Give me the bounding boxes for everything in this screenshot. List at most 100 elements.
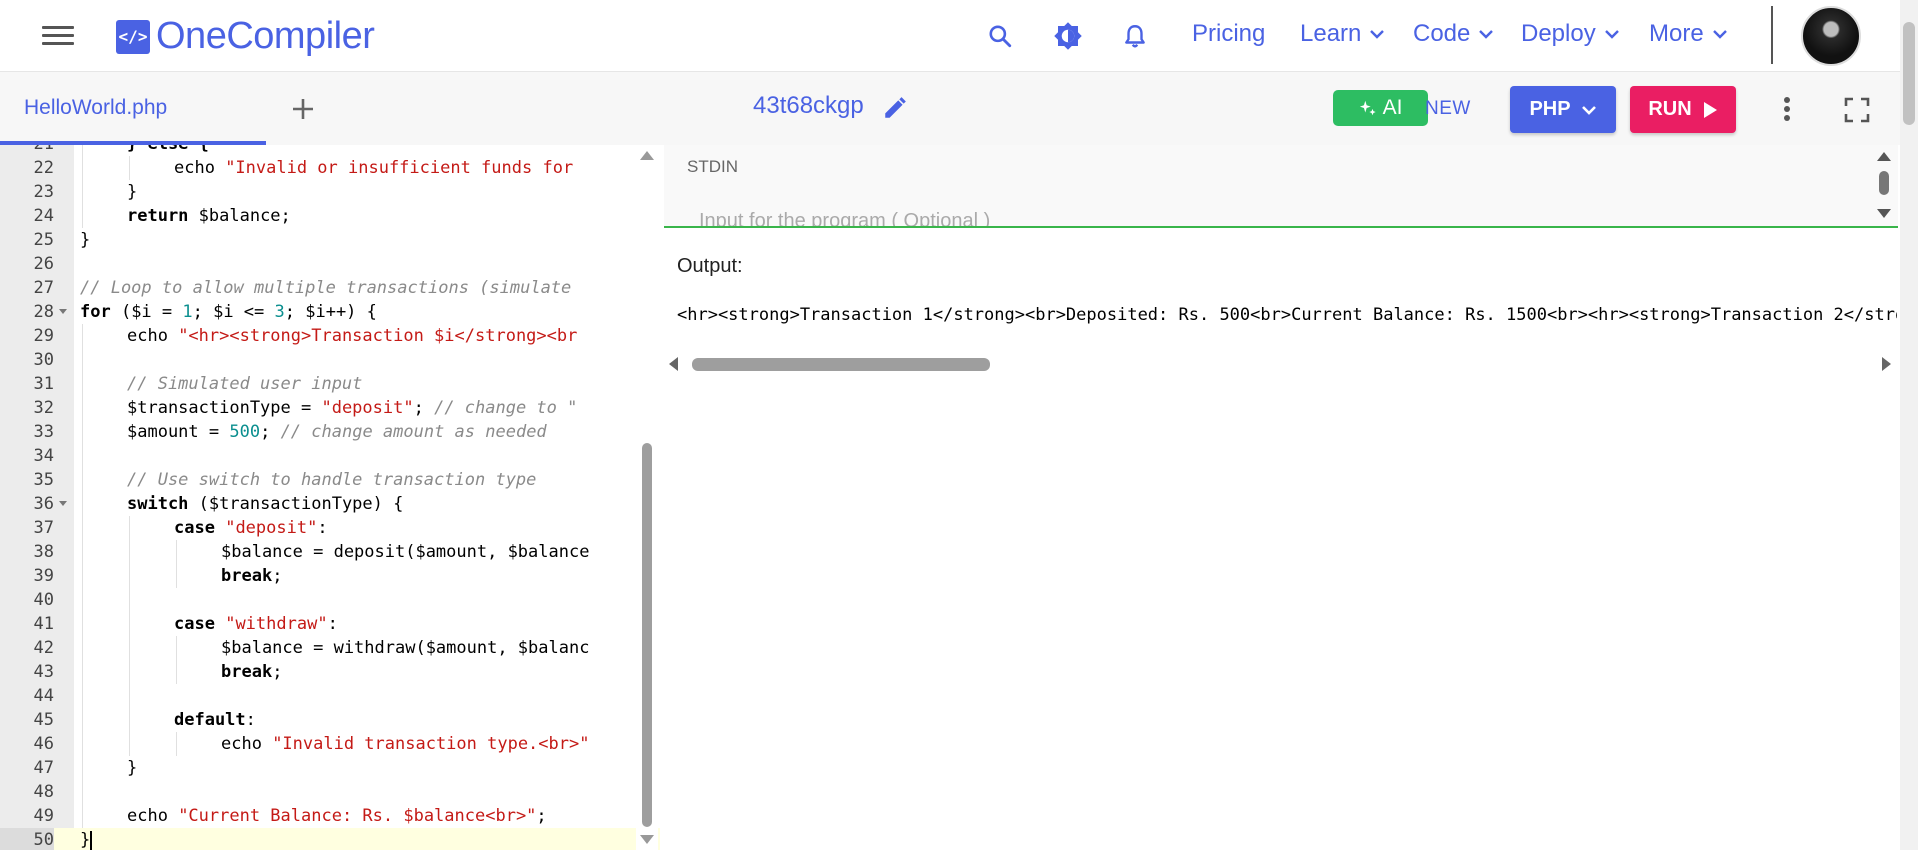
code-line[interactable]: 44 [0, 684, 660, 708]
more-options-icon[interactable] [1772, 92, 1802, 126]
notification-bell-icon[interactable] [1117, 18, 1153, 54]
code-line[interactable]: 28 for ($i = 1; $i <= 3; $i++) { [0, 300, 660, 324]
code-token: // change to " [434, 398, 578, 418]
page-scrollbar-thumb[interactable] [1903, 22, 1915, 125]
indent-guide [129, 564, 130, 588]
search-icon[interactable] [982, 18, 1018, 54]
run-button[interactable]: RUN [1630, 86, 1736, 133]
indent-guide [82, 612, 83, 636]
indent-guide [82, 660, 83, 684]
editor-scroll-up-arrow[interactable] [640, 151, 654, 160]
code-line[interactable]: 29 echo "<hr><strong>Transaction $i</stro… [0, 324, 660, 348]
indent-guide [82, 708, 83, 732]
fullscreen-icon[interactable] [1843, 96, 1873, 126]
code-token: } [80, 230, 91, 250]
code-line[interactable]: 47} [0, 756, 660, 780]
nav-deploy[interactable]: Deploy [1521, 20, 1620, 48]
code-line[interactable]: 33 $amount = 500; // change amount as nee… [0, 420, 660, 444]
code-token: echo [127, 806, 179, 826]
indent-guide [82, 420, 83, 444]
nav-learn[interactable]: Learn [1300, 20, 1385, 48]
stdin-input-area[interactable]: STDIN Input for the program ( Optional ) [664, 145, 1898, 228]
theme-toggle-icon[interactable] [1050, 18, 1086, 54]
indent-guide [129, 516, 130, 540]
code-line[interactable]: 49 echo "Current Balance: Rs. $balance<br… [0, 804, 660, 828]
code-line[interactable]: 46 echo "Invalid transaction type.<br>" [0, 732, 660, 756]
fold-toggle-icon[interactable] [59, 501, 67, 506]
code-line[interactable]: 38 $balance = deposit($amount, $balance [0, 540, 660, 564]
stdin-scroll-up-arrow[interactable] [1877, 152, 1891, 161]
stdin-scroll-down-arrow[interactable] [1877, 209, 1891, 218]
line-number: 22 [33, 158, 54, 178]
code-text: for ($i = 1; $i <= 3; $i++) { [80, 300, 635, 324]
chevron-down-icon [1712, 30, 1727, 39]
code-line[interactable]: 36 switch ($transactionType) { [0, 492, 660, 516]
output-scroll-right-arrow[interactable] [1882, 357, 1891, 371]
indent-guide [82, 492, 83, 516]
code-line[interactable]: 50} [0, 828, 660, 850]
add-file-icon[interactable] [288, 94, 318, 124]
code-line[interactable]: 41 case "withdraw": [0, 612, 660, 636]
language-select-button[interactable]: PHP [1510, 86, 1616, 133]
logo-badge: </> [116, 19, 150, 54]
chevron-down-icon [1604, 30, 1619, 39]
code-line[interactable]: 32 $transactionType = "deposit"; // chang… [0, 396, 660, 420]
code-line[interactable]: 34 [0, 444, 660, 468]
indent-guide [129, 708, 130, 732]
new-button[interactable]: NEW [1425, 98, 1471, 120]
code-token: // Simulated user input [127, 374, 363, 394]
code-line[interactable]: 22 echo "Invalid or insufficient funds fo… [0, 156, 660, 180]
code-line[interactable]: 31 // Simulated user input [0, 372, 660, 396]
code-token: 1 [182, 302, 193, 322]
code-line[interactable]: 24 return $balance; [0, 204, 660, 228]
fold-toggle-icon[interactable] [59, 309, 67, 314]
code-line[interactable]: 48 [0, 780, 660, 804]
line-number: 49 [33, 806, 54, 826]
code-line[interactable]: 43 break; [0, 660, 660, 684]
indent-guide [82, 756, 83, 780]
ai-button[interactable]: AI [1333, 90, 1428, 126]
code-line[interactable]: 39 break; [0, 564, 660, 588]
code-line[interactable]: 42 $balance = withdraw($amount, $balanc [0, 636, 660, 660]
project-name[interactable]: 43t68ckgp [753, 92, 864, 120]
code-line[interactable]: 40 [0, 588, 660, 612]
code-token: $balance = withdraw($amount, $balanc [221, 638, 590, 658]
page-scrollbar-track[interactable] [1900, 0, 1918, 850]
code-line[interactable]: 35 // Use switch to handle transaction ty… [0, 468, 660, 492]
code-line[interactable]: 26 [0, 252, 660, 276]
indent-guide [82, 204, 83, 228]
chevron-down-icon [1479, 30, 1494, 39]
code-editor[interactable]: 21} else {22 echo "Invalid or insufficien… [0, 145, 660, 850]
io-panel: STDIN Input for the program ( Optional )… [662, 145, 1900, 850]
onecompiler-logo[interactable]: </> OneCompiler [116, 15, 375, 58]
tab-helloworld-php[interactable]: HelloWorld.php [0, 72, 266, 145]
text-cursor [90, 831, 92, 850]
indent-guide [82, 180, 83, 204]
stdin-scrollbar-thumb[interactable] [1879, 171, 1889, 195]
nav-code[interactable]: Code [1413, 20, 1494, 48]
editor-scrollbar-thumb[interactable] [642, 443, 652, 827]
nav-more[interactable]: More [1649, 20, 1728, 48]
code-line[interactable]: 23} [0, 180, 660, 204]
code-token: ; $i <= [192, 302, 275, 322]
code-line[interactable]: 30 [0, 348, 660, 372]
code-line[interactable]: 25} [0, 228, 660, 252]
code-text: } [127, 756, 635, 780]
line-number: 35 [33, 470, 54, 490]
code-line[interactable]: 45 default: [0, 708, 660, 732]
editor-scroll-down-arrow[interactable] [640, 835, 654, 844]
code-line[interactable]: 27 // Loop to allow multiple transactions… [0, 276, 660, 300]
nav-pricing[interactable]: Pricing [1192, 20, 1265, 48]
code-line[interactable]: 21} else { [0, 145, 660, 156]
code-text: echo "Current Balance: Rs. $balance<br>"… [127, 804, 635, 828]
code-line[interactable]: 37 case "deposit": [0, 516, 660, 540]
pencil-edit-icon[interactable] [882, 95, 910, 123]
user-avatar[interactable] [1801, 6, 1861, 66]
code-token: // change amount as needed [280, 422, 547, 442]
output-scrollbar-thumb[interactable] [692, 358, 990, 371]
code-token: "<hr><strong>Transaction $i</strong><br [178, 326, 578, 346]
output-scroll-left-arrow[interactable] [669, 357, 678, 371]
menu-icon[interactable] [42, 22, 74, 48]
